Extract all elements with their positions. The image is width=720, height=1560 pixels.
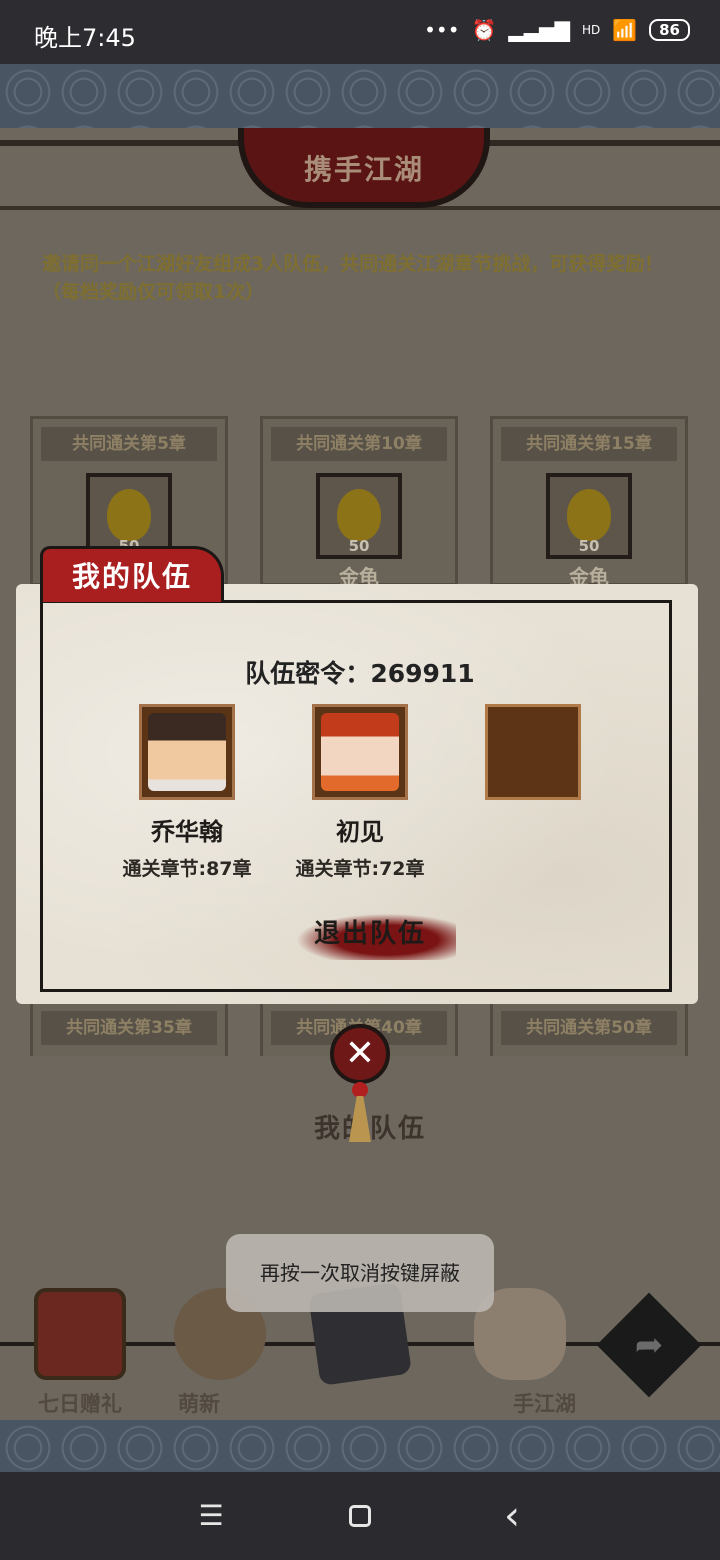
golden-gourd-icon (567, 489, 611, 541)
hero-portrait-avatar (148, 713, 226, 791)
decorative-band-top (0, 64, 720, 128)
toast-message: 再按一次取消按键屏蔽 (226, 1234, 494, 1312)
member-chapter-progress: 通关章节:72章 (295, 858, 425, 880)
team-code-value: 269911 (370, 659, 475, 688)
member-chapter-progress: 通关章节:87章 (122, 858, 252, 880)
reward-qty: 50 (348, 537, 370, 555)
title-tab: 携手江湖 (238, 128, 490, 208)
team-code-label: 队伍密令： (245, 659, 371, 688)
reward-item: 50 (316, 473, 402, 559)
reward-chapter: 共同通关第5章 (41, 427, 217, 461)
golden-gourd-icon (107, 489, 151, 541)
reward-card[interactable]: 共同通关第35章 (30, 1000, 228, 1056)
menu-button[interactable]: ☰ (193, 1498, 229, 1534)
reward-chapter: 共同通关第15章 (501, 427, 677, 461)
status-bar: 晚上7:45 ••• ⏰ ▂▃▅▇ HD 📶 86 (0, 0, 720, 64)
back-button[interactable]: ‹ (494, 1496, 530, 1536)
share-arrow-icon: ➦ (634, 1325, 664, 1365)
member-slot-empty[interactable] (485, 704, 581, 800)
dialog-title-tab: 我的队伍 (40, 546, 224, 602)
system-nav-bar: ☰ ‹ (0, 1472, 720, 1560)
member-slot[interactable] (312, 704, 408, 800)
reward-chapter: 共同通关第35章 (41, 1011, 217, 1045)
wifi-icon: 📶 (612, 18, 638, 42)
golden-gourd-icon (337, 489, 381, 541)
reward-item: 50 (546, 473, 632, 559)
reward-chapter: 共同通关第50章 (501, 1011, 677, 1045)
team-code: 队伍密令：269911 (0, 654, 720, 690)
exit-team-button[interactable]: 退出队伍 (284, 910, 456, 960)
alarm-icon: ⏰ (471, 18, 497, 42)
gift-box-icon (34, 1288, 126, 1380)
member-name: 初见 (336, 818, 384, 846)
clock: 晚上7:45 (34, 24, 136, 52)
decorative-band-bottom (0, 1420, 720, 1472)
reward-chapter: 共同通关第10章 (271, 427, 447, 461)
reward-card[interactable]: 共同通关第50章 (490, 1000, 688, 1056)
battery-indicator: 86 (649, 19, 690, 41)
reward-qty: 50 (578, 537, 600, 555)
hero-portrait-avatar (321, 713, 399, 791)
status-icons: ••• ⏰ ▂▃▅▇ HD 📶 86 (424, 18, 690, 42)
nav-label: 七日赠礼 (38, 1392, 122, 1416)
nav-label: 手江湖 (513, 1392, 576, 1416)
tassel-bead (352, 1082, 368, 1098)
close-team-panel-button[interactable]: ✕ (330, 1024, 390, 1084)
reward-card[interactable]: 共同通关第10章 50 金龟 (260, 416, 458, 589)
more-dots-icon: ••• (424, 18, 460, 42)
reward-card[interactable]: 共同通关第15章 50 金龟 (490, 416, 688, 589)
home-square-icon (349, 1505, 371, 1527)
member-name: 乔华翰 (151, 818, 223, 846)
hd-signal-icon: HD (581, 23, 601, 37)
nav-seven-day-gift[interactable]: 七日赠礼 (20, 1288, 140, 1418)
event-description: 邀请同一个江湖好友组成3人队伍，共同通关江湖章节挑战，可获得奖励！（每档奖励仅可… (42, 253, 664, 303)
nav-label: 萌新 (178, 1392, 220, 1416)
signal-icon: ▂▃▅▇ (508, 18, 570, 42)
page-title: 携手江湖 (303, 153, 424, 186)
home-button[interactable] (342, 1498, 378, 1534)
member-slot[interactable] (139, 704, 235, 800)
share-button[interactable]: ➦ (596, 1292, 702, 1398)
